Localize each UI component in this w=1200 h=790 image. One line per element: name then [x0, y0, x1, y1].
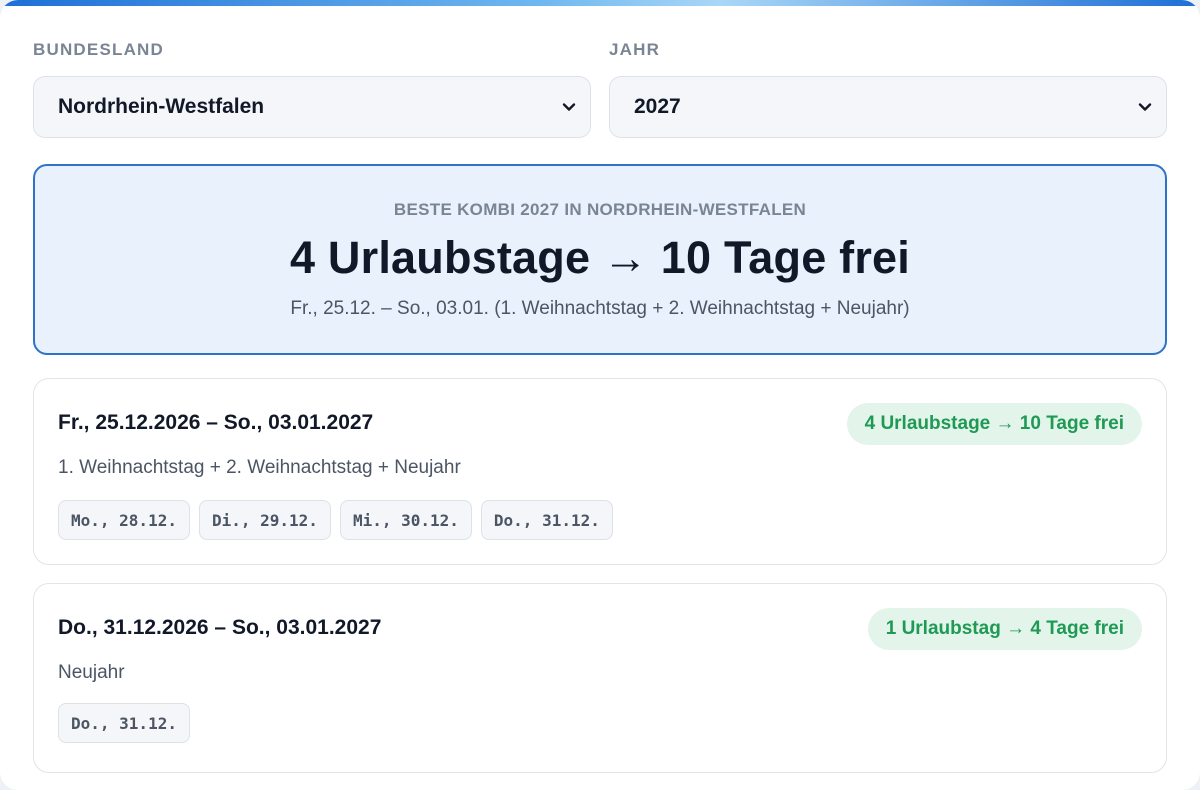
year-select-value: 2027	[634, 95, 681, 118]
holiday-planner-card: BUNDESLAND Nordrhein-Westfalen JAHR 2027…	[0, 0, 1200, 790]
option-holidays: 1. Weihnachtstag + 2. Weihnachtstag + Ne…	[58, 457, 461, 478]
vacation-day-chip: Di., 29.12.	[198, 500, 331, 540]
vacation-day-chip: Mi., 30.12.	[339, 500, 472, 540]
year-select[interactable]: 2027	[609, 76, 1167, 138]
savings-badge: 1 Urlaubstag → 4 Tage frei	[867, 608, 1142, 650]
option-holidays: Neujahr	[58, 662, 125, 683]
chevron-down-icon	[562, 103, 576, 111]
option-card: Do., 31.12.2026 – So., 03.01.2027 1 Urla…	[33, 583, 1167, 773]
savings-badge: 4 Urlaubstage → 10 Tage frei	[846, 403, 1142, 445]
vacation-day-chip: Do., 31.12.	[480, 500, 613, 540]
best-combo-headline: 4 Urlaubstage → 10 Tage frei	[290, 232, 910, 283]
year-field: JAHR 2027	[609, 40, 1167, 138]
chevron-down-icon	[1138, 103, 1152, 111]
state-label: BUNDESLAND	[33, 40, 164, 59]
option-date-range: Do., 31.12.2026 – So., 03.01.2027	[58, 616, 382, 639]
vacation-day-chip: Do., 31.12.	[58, 703, 190, 743]
option-card: Fr., 25.12.2026 – So., 03.01.2027 4 Urla…	[33, 378, 1167, 565]
vacation-days-list: Do., 31.12.	[58, 703, 190, 743]
state-field: BUNDESLAND Nordrhein-Westfalen	[33, 40, 591, 138]
best-combo-eyebrow: BESTE KOMBI 2027 IN NORDRHEIN-WESTFALEN	[393, 200, 807, 219]
best-combo-panel: BESTE KOMBI 2027 IN NORDRHEIN-WESTFALEN …	[33, 164, 1167, 355]
best-combo-detail: Fr., 25.12. – So., 03.01. (1. Weihnachts…	[290, 298, 910, 319]
year-label: JAHR	[609, 40, 661, 59]
vacation-day-chip: Mo., 28.12.	[58, 500, 190, 540]
top-accent-bar	[0, 0, 1200, 6]
state-select[interactable]: Nordrhein-Westfalen	[33, 76, 591, 138]
state-select-value: Nordrhein-Westfalen	[58, 95, 265, 118]
option-date-range: Fr., 25.12.2026 – So., 03.01.2027	[58, 411, 374, 434]
vacation-days-list: Mo., 28.12. Di., 29.12. Mi., 30.12. Do.,…	[58, 500, 613, 540]
